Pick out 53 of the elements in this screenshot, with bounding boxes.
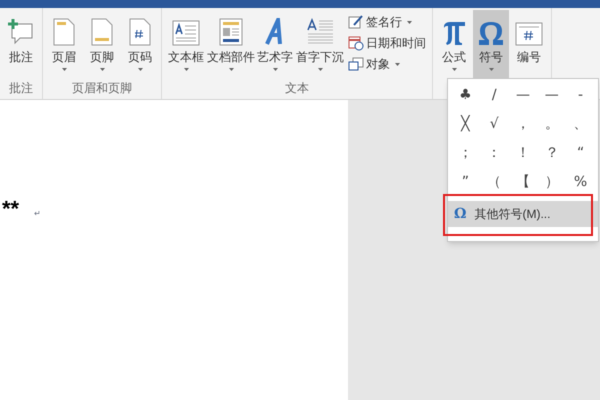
ribbon-button[interactable]: 编号 — [509, 10, 549, 78]
ribbon-button[interactable]: 批注 — [2, 10, 40, 78]
ribbon-button[interactable]: 页码 — [121, 10, 159, 78]
paragraph-mark: ↵ — [34, 210, 41, 218]
symbol-cell[interactable]: ： — [480, 139, 509, 168]
ribbon-small-button[interactable]: 对象 — [348, 54, 426, 74]
page-footer-icon — [91, 18, 113, 46]
symbol-cell[interactable]: — — [508, 81, 538, 110]
symbol-cell[interactable]: ♣ — [451, 81, 480, 110]
symbol-cell[interactable]: “ — [566, 139, 595, 168]
ribbon-button[interactable]: 艺术字 — [254, 10, 296, 78]
symbol-cell[interactable]: — — [537, 81, 566, 110]
symbol-cell[interactable]: 。 — [537, 110, 566, 139]
document-text: ** — [2, 198, 20, 220]
symbol-cell[interactable]: √ — [480, 110, 509, 139]
symbol-cell[interactable]: ？ — [537, 139, 566, 168]
ribbon-button[interactable]: 符号 — [473, 10, 509, 78]
group-label: 批注 — [9, 80, 33, 97]
omega-icon — [477, 20, 505, 46]
symbol-cell[interactable]: ╳ — [451, 110, 480, 139]
text-box-icon — [172, 20, 200, 46]
omega-icon: Ω — [454, 204, 466, 224]
page-header-icon — [53, 18, 75, 46]
group-label: 页眉和页脚 — [72, 80, 132, 97]
page-number-icon — [129, 18, 151, 46]
symbol-cell[interactable]: （ — [480, 168, 509, 197]
ribbon-small-button[interactable]: 签名行 — [348, 12, 426, 32]
number-icon — [515, 22, 543, 46]
symbol-cell[interactable]: / — [480, 81, 509, 110]
ribbon-button[interactable]: 首字下沉 — [296, 10, 344, 78]
document-parts-icon — [219, 18, 243, 46]
symbol-cell[interactable]: - — [566, 81, 595, 110]
drop-cap-icon — [306, 18, 334, 46]
ribbon-button[interactable]: 页眉 — [45, 10, 83, 78]
group-label: 文本 — [285, 80, 309, 97]
symbol-cell[interactable]: ， — [508, 110, 538, 139]
symbol-cell[interactable]: ） — [537, 168, 566, 197]
ribbon-button[interactable]: 页脚 — [83, 10, 121, 78]
symbol-cell[interactable]: 、 — [566, 110, 595, 139]
ribbon-button[interactable]: 文档部件 — [208, 10, 254, 78]
signature-icon — [348, 15, 364, 29]
symbol-cell[interactable]: ； — [451, 139, 480, 168]
symbol-cell[interactable]: % — [566, 168, 595, 197]
more-symbols-item[interactable]: Ω 其他符号(M)... — [448, 201, 598, 227]
object-icon — [348, 57, 364, 71]
symbol-cell[interactable]: ！ — [508, 139, 538, 168]
ribbon-button[interactable]: 文本框 — [164, 10, 208, 78]
symbol-cell[interactable]: 【 — [508, 168, 538, 197]
ribbon-small-button[interactable]: 日期和时间 — [348, 33, 426, 53]
pi-icon — [442, 20, 466, 46]
symbol-cell[interactable]: ” — [451, 168, 480, 197]
calendar-clock-icon — [348, 36, 364, 50]
ribbon-button[interactable]: 公式 — [435, 10, 473, 78]
